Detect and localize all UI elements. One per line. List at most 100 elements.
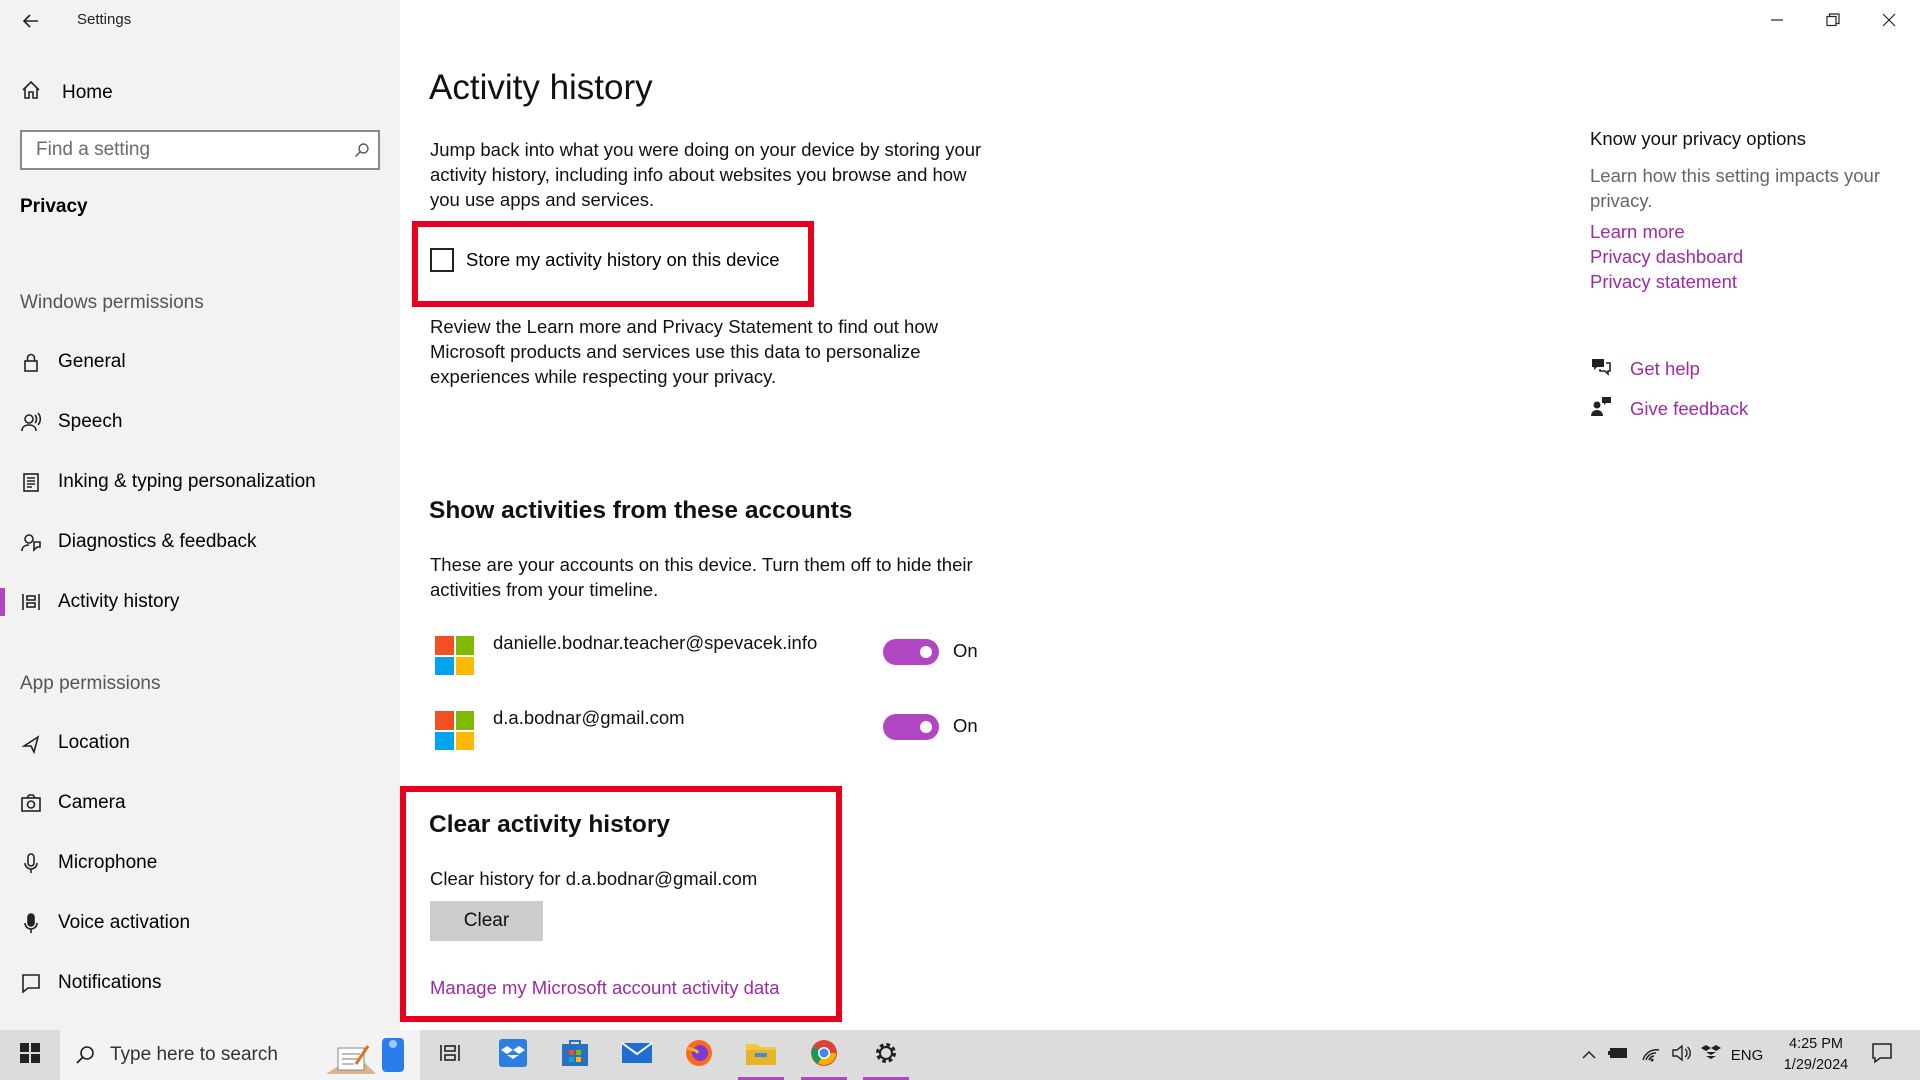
settings-search-box[interactable] <box>20 130 380 170</box>
file-explorer-taskbar-button[interactable] <box>732 1030 790 1080</box>
account-row: danielle.bodnar.teacher@spevacek.info On <box>430 628 990 678</box>
review-text: Review the Learn more and Privacy Statem… <box>430 316 938 387</box>
action-center-button[interactable] <box>1862 1030 1902 1080</box>
sidebar-item-microphone[interactable]: Microphone <box>0 841 400 885</box>
sidebar-item-location[interactable]: Location <box>0 721 400 765</box>
home-icon <box>20 79 42 107</box>
privacy-options-title: Know your privacy options <box>1590 128 1806 149</box>
store-taskbar-button[interactable] <box>546 1030 604 1080</box>
store-history-checkbox-row[interactable]: Store my activity history on this device <box>430 248 780 272</box>
dropbox-tray-button[interactable] <box>1696 1030 1726 1080</box>
minimize-button[interactable] <box>1750 0 1804 40</box>
search-icon <box>60 1045 110 1065</box>
clear-button[interactable]: Clear <box>430 901 543 941</box>
location-icon <box>0 732 58 754</box>
search-icon[interactable] <box>346 142 378 158</box>
manage-activity-data-link[interactable]: Manage my Microsoft account activity dat… <box>430 977 780 999</box>
camera-icon <box>0 792 58 814</box>
sidebar-item-activity-history[interactable]: Activity history <box>0 580 400 624</box>
mail-taskbar-button[interactable] <box>608 1030 666 1080</box>
action-center-icon <box>1871 1042 1893 1068</box>
microsoft-logo-icon <box>435 711 474 750</box>
sidebar: Settings Home Privacy Windows permission… <box>0 0 400 1030</box>
account-toggle[interactable] <box>883 714 939 740</box>
settings-taskbar-button[interactable] <box>857 1030 915 1080</box>
store-history-checkbox[interactable] <box>430 248 454 272</box>
back-arrow-icon[interactable] <box>18 8 44 34</box>
account-row: d.a.bodnar@gmail.com On <box>430 703 990 753</box>
search-input[interactable] <box>22 132 346 168</box>
give-feedback-label: Give feedback <box>1630 397 1749 419</box>
sidebar-item-label: Notifications <box>58 972 162 993</box>
language-indicator[interactable]: ENG <box>1726 1030 1768 1080</box>
clock-date: 1/29/2024 <box>1783 1057 1849 1073</box>
section-title: Privacy <box>20 196 88 217</box>
learn-more-link[interactable]: Learn more <box>1590 221 1685 243</box>
sidebar-item-label: Camera <box>58 792 126 813</box>
voice-activation-icon <box>0 912 58 934</box>
clear-history-heading: Clear activity history <box>429 811 671 838</box>
chrome-taskbar-button[interactable] <box>795 1030 853 1080</box>
task-view-button[interactable] <box>421 1030 479 1080</box>
lock-icon <box>0 351 58 373</box>
sidebar-item-speech[interactable]: Speech <box>0 400 400 444</box>
taskbar-search-placeholder: Type here to search <box>110 1044 278 1065</box>
sidebar-item-label: Inking & typing personalization <box>58 471 316 492</box>
dropbox-taskbar-button[interactable] <box>484 1030 542 1080</box>
toggle-state-label: On <box>953 640 978 661</box>
battery-tray-button[interactable] <box>1604 1030 1634 1080</box>
battery-icon <box>1608 1046 1630 1064</box>
language-label: ENG <box>1730 1046 1764 1064</box>
store-history-label: Store my activity history on this device <box>466 249 780 270</box>
restore-button[interactable] <box>1806 0 1860 40</box>
page-title: Activity history <box>429 68 653 107</box>
taskbar-clock[interactable]: 4:25 PM 1/29/2024 <box>1768 1034 1864 1076</box>
mail-icon <box>621 1040 653 1071</box>
sidebar-item-label: Diagnostics & feedback <box>58 531 257 552</box>
diagnostics-icon <box>0 531 58 553</box>
sidebar-item-notifications[interactable]: Notifications <box>0 961 400 1005</box>
taskbar: Type here to search ENG 4:25 PM 1/29/202… <box>0 1030 1920 1080</box>
sidebar-item-label: Microphone <box>58 852 158 873</box>
microsoft-logo-icon <box>435 636 474 675</box>
toggle-state-label: On <box>953 715 978 736</box>
sidebar-item-inking-typing[interactable]: Inking & typing personalization <box>0 460 400 504</box>
firefox-taskbar-button[interactable] <box>670 1030 728 1080</box>
sidebar-item-home[interactable]: Home <box>20 79 113 107</box>
group-label-windows-permissions: Windows permissions <box>20 292 204 313</box>
firefox-icon <box>684 1038 714 1073</box>
privacy-statement-link[interactable]: Privacy statement <box>1590 271 1737 293</box>
microsoft-store-icon <box>560 1038 590 1073</box>
sidebar-item-voice-activation[interactable]: Voice activation <box>0 901 400 945</box>
sidebar-item-diagnostics[interactable]: Diagnostics & feedback <box>0 520 400 564</box>
chevron-up-icon <box>1582 1047 1596 1064</box>
taskbar-search-box[interactable]: Type here to search <box>60 1030 420 1080</box>
show-hidden-icons-button[interactable] <box>1576 1030 1602 1080</box>
give-feedback-link[interactable]: Give feedback <box>1590 395 1748 422</box>
sidebar-item-label: Home <box>62 82 113 103</box>
sidebar-item-general[interactable]: General <box>0 340 400 384</box>
inking-icon <box>0 471 58 493</box>
get-help-link[interactable]: Get help <box>1590 355 1700 382</box>
get-help-icon <box>1590 355 1612 382</box>
account-toggle[interactable] <box>883 639 939 665</box>
network-tray-button[interactable] <box>1636 1030 1666 1080</box>
sidebar-item-camera[interactable]: Camera <box>0 781 400 825</box>
start-button[interactable] <box>0 1030 60 1080</box>
accounts-text: These are your accounts on this device. … <box>430 554 973 600</box>
privacy-dashboard-link[interactable]: Privacy dashboard <box>1590 246 1743 268</box>
sidebar-item-label: Speech <box>58 411 123 432</box>
volume-tray-button[interactable] <box>1666 1030 1696 1080</box>
account-email: danielle.bodnar.teacher@spevacek.info <box>493 632 818 653</box>
app-title: Settings <box>77 11 132 28</box>
sidebar-item-label: General <box>58 351 126 372</box>
intro-text: Jump back into what you were doing on yo… <box>430 139 982 210</box>
account-email: d.a.bodnar@gmail.com <box>493 707 685 728</box>
speaker-icon <box>1671 1044 1691 1066</box>
notifications-icon <box>0 972 58 994</box>
close-button[interactable] <box>1862 0 1916 40</box>
wifi-icon <box>1641 1044 1661 1066</box>
file-explorer-icon <box>745 1039 777 1072</box>
timeline-icon <box>0 591 58 613</box>
chrome-icon <box>809 1038 839 1073</box>
